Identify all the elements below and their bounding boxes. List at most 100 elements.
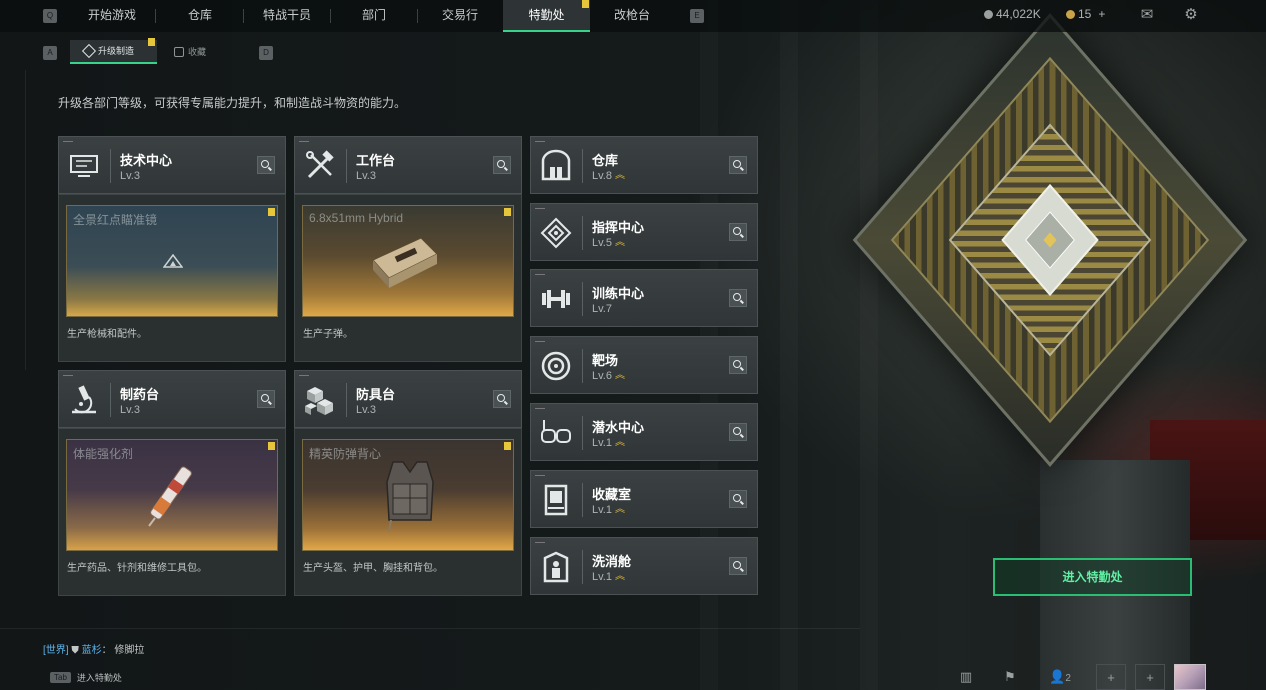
item-preview[interactable]: 全景红点瞄准镜 — [66, 205, 278, 317]
tab-start-game[interactable]: 开始游戏 — [70, 0, 154, 32]
facility-name: 制药台 — [120, 387, 160, 402]
subnav-prev-key[interactable]: A — [43, 46, 57, 60]
party-count: 2 — [1065, 673, 1071, 684]
facility-name: 仓库 — [592, 153, 619, 168]
facility-name: 指挥中心 — [592, 220, 645, 235]
tab-hint[interactable]: Tab 进入特勤处 — [50, 671, 122, 684]
chat-colon: ： — [101, 645, 112, 656]
chat-line[interactable]: [世界] ⛊ 蓝杉： 修脚拉 — [43, 641, 144, 656]
facility-diving-center[interactable]: 潜水中心 Lv.1 ︽ — [530, 403, 758, 461]
upgrade-arrow-icon: ︽ — [614, 504, 625, 515]
level-text: Lv.5 — [592, 237, 612, 249]
production-panel-armor[interactable]: 精英防弹背心 生产头盔、护甲、胸挂和背包。 — [294, 428, 522, 596]
search-button[interactable] — [729, 423, 747, 441]
level-text: Lv.3 — [120, 404, 140, 416]
card-divider — [346, 149, 347, 183]
tab-operators[interactable]: 特战干员 — [245, 0, 329, 32]
scope-icon — [163, 254, 183, 268]
facility-decontamination[interactable]: 洗消舱 Lv.1 ︽ — [530, 537, 758, 595]
production-description: 生产药品、针剂和维修工具包。 — [67, 563, 207, 574]
search-button[interactable] — [493, 390, 511, 408]
production-panel-tech-center[interactable]: 全景红点瞄准镜 生产枪械和配件。 — [58, 194, 286, 362]
dumbbell-icon — [542, 290, 570, 308]
invite-slot-button[interactable]: + — [1096, 664, 1126, 690]
nav-next-key[interactable]: E — [690, 9, 704, 23]
facility-card-workbench[interactable]: 工作台 Lv.3 — [294, 136, 522, 194]
preview-item-name: 体能强化剂 — [73, 447, 134, 461]
facility-name: 防具台 — [356, 387, 396, 402]
currency-primary-value: 44,022K — [996, 7, 1041, 21]
search-button[interactable] — [729, 156, 747, 174]
facility-collection-room[interactable]: 收藏室 Lv.1 ︽ — [530, 470, 758, 528]
search-button[interactable] — [729, 356, 747, 374]
facility-card-pharmacy[interactable]: 制药台 Lv.3 — [58, 370, 286, 428]
facility-shooting-range[interactable]: 靶场 Lv.6 ︽ — [530, 336, 758, 394]
tab-department[interactable]: 部门 — [332, 0, 416, 32]
avatar[interactable] — [1174, 664, 1206, 690]
card-divider — [582, 349, 583, 383]
facility-card-armor[interactable]: 防具台 Lv.3 — [294, 370, 522, 428]
facility-name: 技术中心 — [120, 153, 173, 168]
tab-gunsmith[interactable]: 改枪台 — [590, 0, 674, 32]
facility-level: Lv.7 — [592, 303, 612, 315]
preview-item-name: 精英防弹背心 — [309, 447, 382, 461]
search-button[interactable] — [729, 557, 747, 575]
card-divider — [582, 282, 583, 316]
party-icon: 👤 — [1049, 669, 1066, 684]
ammo-box-icon — [372, 237, 438, 288]
facility-name: 潜水中心 — [592, 420, 645, 435]
item-preview[interactable]: 6.8x51mm Hybrid — [302, 205, 514, 317]
tab-warehouse[interactable]: 仓库 — [158, 0, 242, 32]
party-button[interactable]: 👤2 — [1040, 664, 1080, 690]
level-text: Lv.1 — [592, 571, 612, 583]
search-button[interactable] — [257, 390, 275, 408]
diving-mask-icon — [541, 420, 571, 443]
subtab-upgrade-label: 升级制造 — [98, 46, 135, 56]
level-text: Lv.7 — [592, 303, 612, 315]
production-panel-workbench[interactable]: 6.8x51mm Hybrid 生产子弹。 — [294, 194, 522, 362]
facility-name: 靶场 — [592, 353, 619, 368]
subtab-collection-label: 收藏 — [188, 47, 207, 57]
item-preview[interactable]: 精英防弹背心 — [302, 439, 514, 551]
nav-divider — [155, 9, 156, 23]
chat-message: 修脚拉 — [114, 645, 145, 656]
search-button[interactable] — [729, 223, 747, 241]
facility-card-tech-center[interactable]: 技术中心 Lv.3 — [58, 136, 286, 194]
display-case-icon — [544, 484, 568, 516]
search-button[interactable] — [493, 156, 511, 174]
item-preview[interactable]: 体能强化剂 — [66, 439, 278, 551]
tab-special-ops[interactable]: 特勤处 — [503, 0, 590, 32]
add-currency-button[interactable]: + — [1098, 7, 1105, 21]
invite-slot-button[interactable]: + — [1135, 664, 1165, 690]
page-description: 升级各部门等级，可获得专属能力提升，和制造战斗物资的能力。 — [58, 96, 407, 110]
search-button[interactable] — [729, 289, 747, 307]
cube-outer — [852, 13, 1248, 467]
mail-icon[interactable]: ✉ — [1138, 6, 1156, 24]
chat-user[interactable]: 蓝杉 — [82, 645, 102, 656]
card-divider — [346, 383, 347, 417]
tab-key: Tab — [50, 672, 71, 683]
subnav-next-key[interactable]: D — [259, 46, 273, 60]
gear-icon[interactable]: ⚙ — [1182, 6, 1200, 24]
flag-icon[interactable]: ⚑ — [995, 664, 1025, 690]
facility-warehouse[interactable]: 仓库 Lv.8 ︽ — [530, 136, 758, 194]
search-button[interactable] — [729, 490, 747, 508]
alert-flag — [268, 442, 275, 450]
facility-name: 工作台 — [356, 153, 396, 168]
subtab-collection[interactable]: 收藏 — [160, 40, 244, 64]
warehouse-icon — [541, 149, 571, 181]
card-divider — [582, 216, 583, 250]
search-button[interactable] — [257, 156, 275, 174]
card-divider — [582, 483, 583, 517]
enter-special-ops-button[interactable]: 进入特勤处 — [993, 558, 1192, 596]
nav-prev-key[interactable]: Q — [43, 9, 57, 23]
stats-icon[interactable]: ▥ — [951, 664, 981, 690]
coin-icon — [984, 9, 993, 19]
alert-flag — [504, 208, 511, 216]
facility-command-center[interactable]: 指挥中心 Lv.5 ︽ — [530, 203, 758, 261]
facility-training-center[interactable]: 训练中心 Lv.7 — [530, 269, 758, 327]
facility-name: 洗消舱 — [592, 554, 632, 569]
tab-market[interactable]: 交易行 — [418, 0, 502, 32]
production-panel-pharmacy[interactable]: 体能强化剂 生产药品、针剂和维修工具包。 — [58, 428, 286, 596]
subtab-upgrade[interactable]: 升级制造 — [70, 40, 157, 64]
